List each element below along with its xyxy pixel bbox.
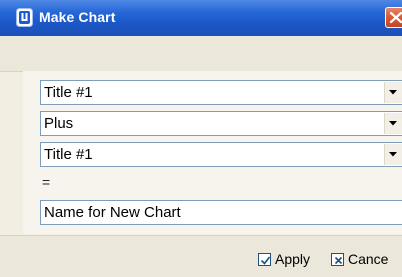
app-logo-icon	[16, 8, 33, 27]
make-chart-dialog: Make Chart Title #1 Plus Title #1 = Name…	[0, 0, 402, 277]
operation-value: Plus	[44, 115, 74, 132]
chevron-down-icon	[389, 90, 397, 95]
close-icon	[389, 11, 402, 24]
chevron-down-icon	[389, 121, 397, 126]
window-title: Make Chart	[39, 9, 116, 25]
second-series-value: Title #1	[44, 146, 93, 163]
second-series-select[interactable]: Title #1	[40, 142, 402, 167]
operation-dropdown-button[interactable]	[384, 113, 402, 134]
first-series-select[interactable]: Title #1	[40, 80, 402, 105]
new-chart-name-input[interactable]: Name for New Chart	[40, 200, 402, 225]
apply-button[interactable]: Apply	[258, 249, 310, 269]
first-series-value: Title #1	[44, 84, 93, 101]
equals-label: =	[42, 174, 51, 190]
new-chart-name-value: Name for New Chart	[44, 204, 181, 221]
chevron-down-icon	[389, 152, 397, 157]
cancel-label: Cance	[348, 251, 389, 267]
close-button[interactable]	[385, 7, 402, 28]
title-bar[interactable]: Make Chart	[0, 0, 402, 36]
second-series-dropdown-button[interactable]	[384, 144, 402, 165]
cancel-button[interactable]: Cance	[331, 249, 388, 269]
header-band	[0, 36, 402, 72]
operation-select[interactable]: Plus	[40, 111, 402, 136]
checkmark-icon	[258, 252, 271, 266]
x-mark-icon	[331, 252, 344, 266]
first-series-dropdown-button[interactable]	[384, 82, 402, 103]
apply-label: Apply	[275, 251, 311, 267]
